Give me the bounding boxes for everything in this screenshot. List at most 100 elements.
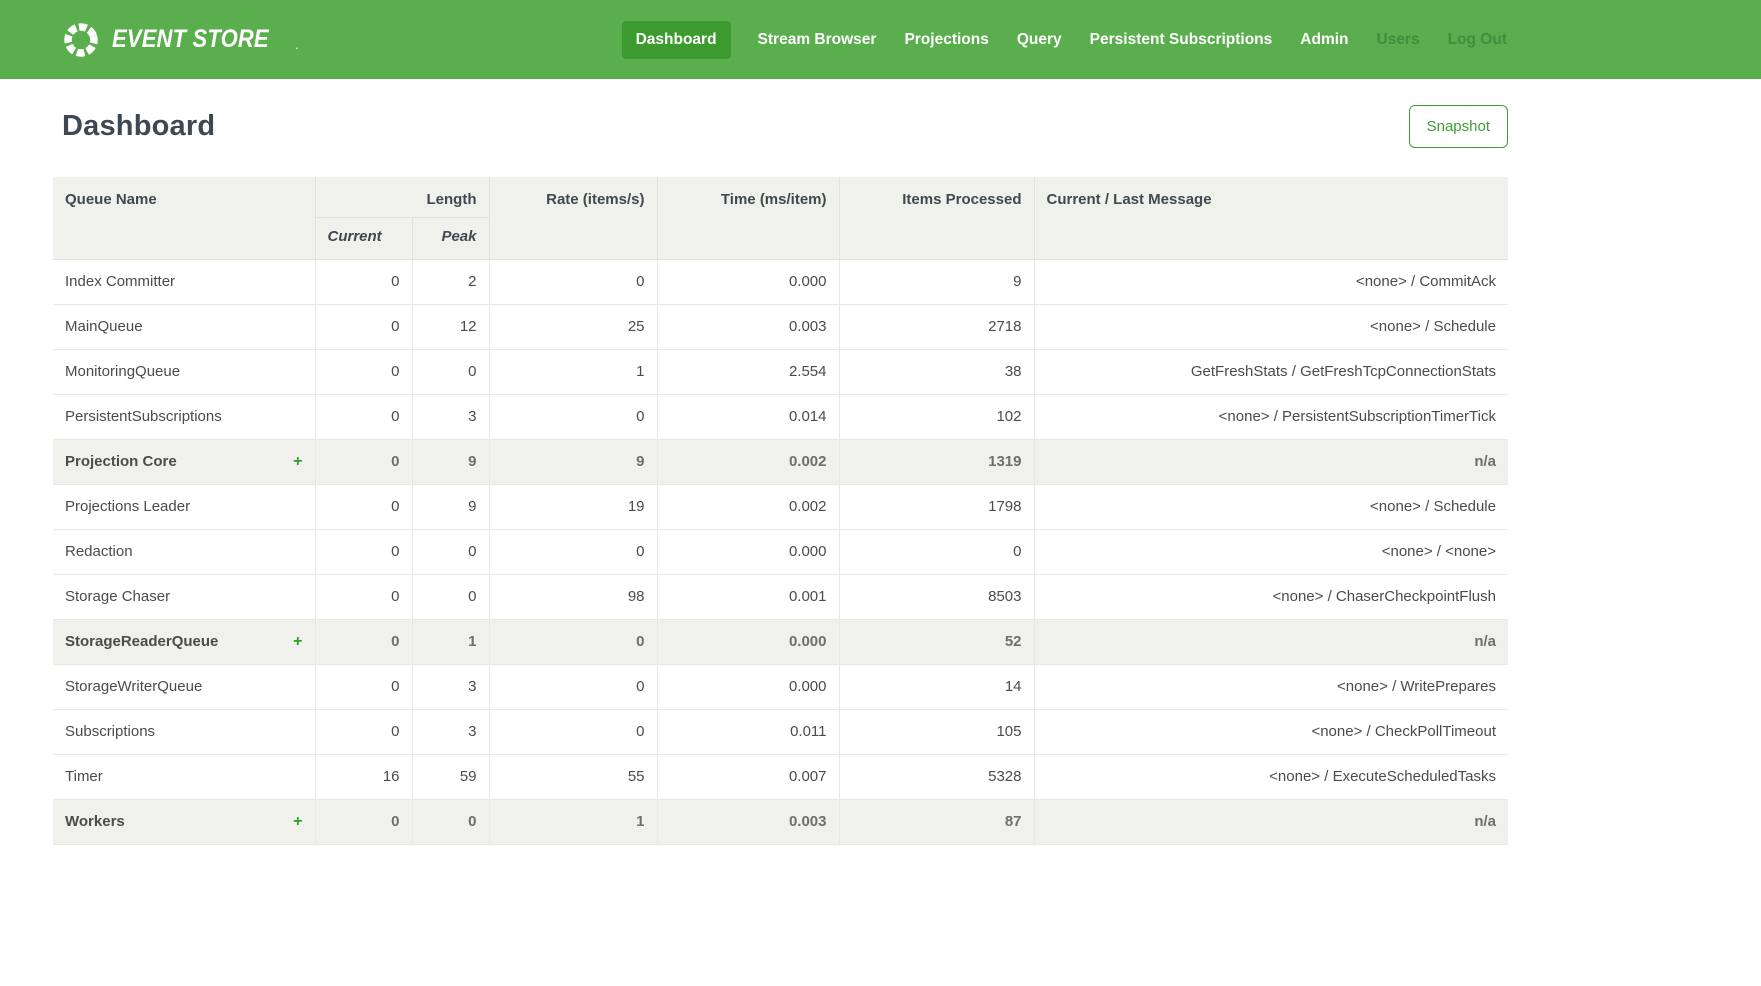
col-header-queue-name: Queue Name [53,177,315,260]
brand-dot: . [295,38,298,52]
queue-length-peak-cell: 0 [412,350,489,395]
queue-length-peak-cell: 0 [412,575,489,620]
queue-row: Redaction0000.0000<none> / <none> [53,530,1508,575]
queue-length-peak-cell: 2 [412,260,489,305]
queue-group-row: +Workers0010.00387n/a [53,800,1508,845]
queue-name-label: Index Committer [65,273,175,290]
queue-length-current-cell: 0 [315,350,412,395]
queue-length-peak-cell: 3 [412,395,489,440]
queue-message-cell: <none> / PersistentSubscriptionTimerTick [1034,395,1508,440]
queue-table-body: Index Committer0200.0009<none> / CommitA… [53,260,1508,845]
queue-rate-cell: 1 [489,800,657,845]
nav-item-stream-browser[interactable]: Stream Browser [757,21,878,59]
queue-length-current-cell: 0 [315,575,412,620]
queue-name-cell: Redaction [53,530,315,575]
nav-item-users[interactable]: Users [1376,21,1421,59]
queues-table-header: Queue Name Length Rate (items/s) Time (m… [53,177,1508,260]
queue-name-cell: +StorageReaderQueue [53,620,315,665]
queue-items-processed-cell: 9 [839,260,1034,305]
queue-row: StorageWriterQueue0300.00014<none> / Wri… [53,665,1508,710]
queue-time-cell: 0.007 [657,755,839,800]
queue-time-cell: 0.011 [657,710,839,755]
queue-message-cell: <none> / CommitAck [1034,260,1508,305]
queues-table: Queue Name Length Rate (items/s) Time (m… [53,177,1508,845]
queue-length-current-cell: 0 [315,395,412,440]
queue-items-processed-cell: 38 [839,350,1034,395]
queue-row: Storage Chaser00980.0018503<none> / Chas… [53,575,1508,620]
queue-length-peak-cell: 12 [412,305,489,350]
queue-message-cell: n/a [1034,440,1508,485]
queue-length-peak-cell: 9 [412,485,489,530]
queue-message-cell: <none> / CheckPollTimeout [1034,710,1508,755]
nav-item-persistent-subscriptions[interactable]: Persistent Subscriptions [1089,21,1274,59]
queue-name-cell: MainQueue [53,305,315,350]
queue-time-cell: 0.003 [657,305,839,350]
queue-rate-cell: 0 [489,395,657,440]
queue-length-peak-cell: 1 [412,620,489,665]
expand-row-icon[interactable]: + [293,812,302,831]
queue-name-cell: Subscriptions [53,710,315,755]
queue-row: Index Committer0200.0009<none> / CommitA… [53,260,1508,305]
queue-name-label: StorageWriterQueue [65,678,202,695]
queue-items-processed-cell: 102 [839,395,1034,440]
brand-name: EVENT STORE [112,25,269,54]
queue-items-processed-cell: 105 [839,710,1034,755]
queue-time-cell: 0.000 [657,260,839,305]
col-header-peak: Peak [412,218,489,260]
snapshot-button[interactable]: Snapshot [1409,105,1508,148]
queue-length-peak-cell: 0 [412,800,489,845]
queue-group-row: +StorageReaderQueue0100.00052n/a [53,620,1508,665]
queue-items-processed-cell: 2718 [839,305,1034,350]
col-header-rate: Rate (items/s) [489,177,657,260]
queue-name-label: Redaction [65,543,133,560]
table-container: Queue Name Length Rate (items/s) Time (m… [53,177,1508,845]
queue-length-current-cell: 0 [315,620,412,665]
queue-rate-cell: 55 [489,755,657,800]
queue-name-label: Workers [65,813,125,830]
queue-name-cell: Projections Leader [53,485,315,530]
queue-length-peak-cell: 3 [412,710,489,755]
queue-rate-cell: 1 [489,350,657,395]
queue-row: MainQueue012250.0032718<none> / Schedule [53,305,1508,350]
queue-length-current-cell: 0 [315,800,412,845]
queue-name-label: MonitoringQueue [65,363,180,380]
queue-items-processed-cell: 1798 [839,485,1034,530]
queue-time-cell: 2.554 [657,350,839,395]
queue-length-current-cell: 0 [315,305,412,350]
queue-length-peak-cell: 9 [412,440,489,485]
queue-time-cell: 0.002 [657,485,839,530]
nav-item-dashboard[interactable]: Dashboard [622,21,731,59]
queue-message-cell: <none> / Schedule [1034,485,1508,530]
queue-message-cell: n/a [1034,620,1508,665]
queue-message-cell: <none> / ExecuteScheduledTasks [1034,755,1508,800]
queue-rate-cell: 25 [489,305,657,350]
queue-length-current-cell: 0 [315,440,412,485]
expand-row-icon[interactable]: + [293,632,302,651]
queue-row: MonitoringQueue0012.55438GetFreshStats /… [53,350,1508,395]
queue-rate-cell: 19 [489,485,657,530]
queue-message-cell: <none> / <none> [1034,530,1508,575]
queue-name-cell: + Projection Core [53,440,315,485]
queue-rate-cell: 0 [489,665,657,710]
col-header-current: Current [315,218,412,260]
queue-rate-cell: 9 [489,440,657,485]
queue-length-current-cell: 0 [315,665,412,710]
page-title: Dashboard [53,110,215,143]
queue-rate-cell: 0 [489,260,657,305]
queue-name-label: Projection Core [65,453,177,470]
event-store-brand[interactable]: EVENT STORE . [53,20,299,60]
nav-item-projections[interactable]: Projections [903,21,989,59]
main-nav: Dashboard Stream Browser Projections Que… [622,21,1508,59]
nav-item-query[interactable]: Query [1016,21,1063,59]
nav-item-log-out[interactable]: Log Out [1447,21,1508,59]
expand-row-icon[interactable]: + [293,452,302,471]
queue-rate-cell: 0 [489,710,657,755]
queue-length-current-cell: 16 [315,755,412,800]
queue-name-cell: + Workers [53,800,315,845]
nav-item-admin[interactable]: Admin [1299,21,1349,59]
queue-row: PersistentSubscriptions0300.014102<none>… [53,395,1508,440]
queue-time-cell: 0.000 [657,530,839,575]
queue-length-current-cell: 0 [315,530,412,575]
queue-items-processed-cell: 14 [839,665,1034,710]
queue-message-cell: <none> / Schedule [1034,305,1508,350]
